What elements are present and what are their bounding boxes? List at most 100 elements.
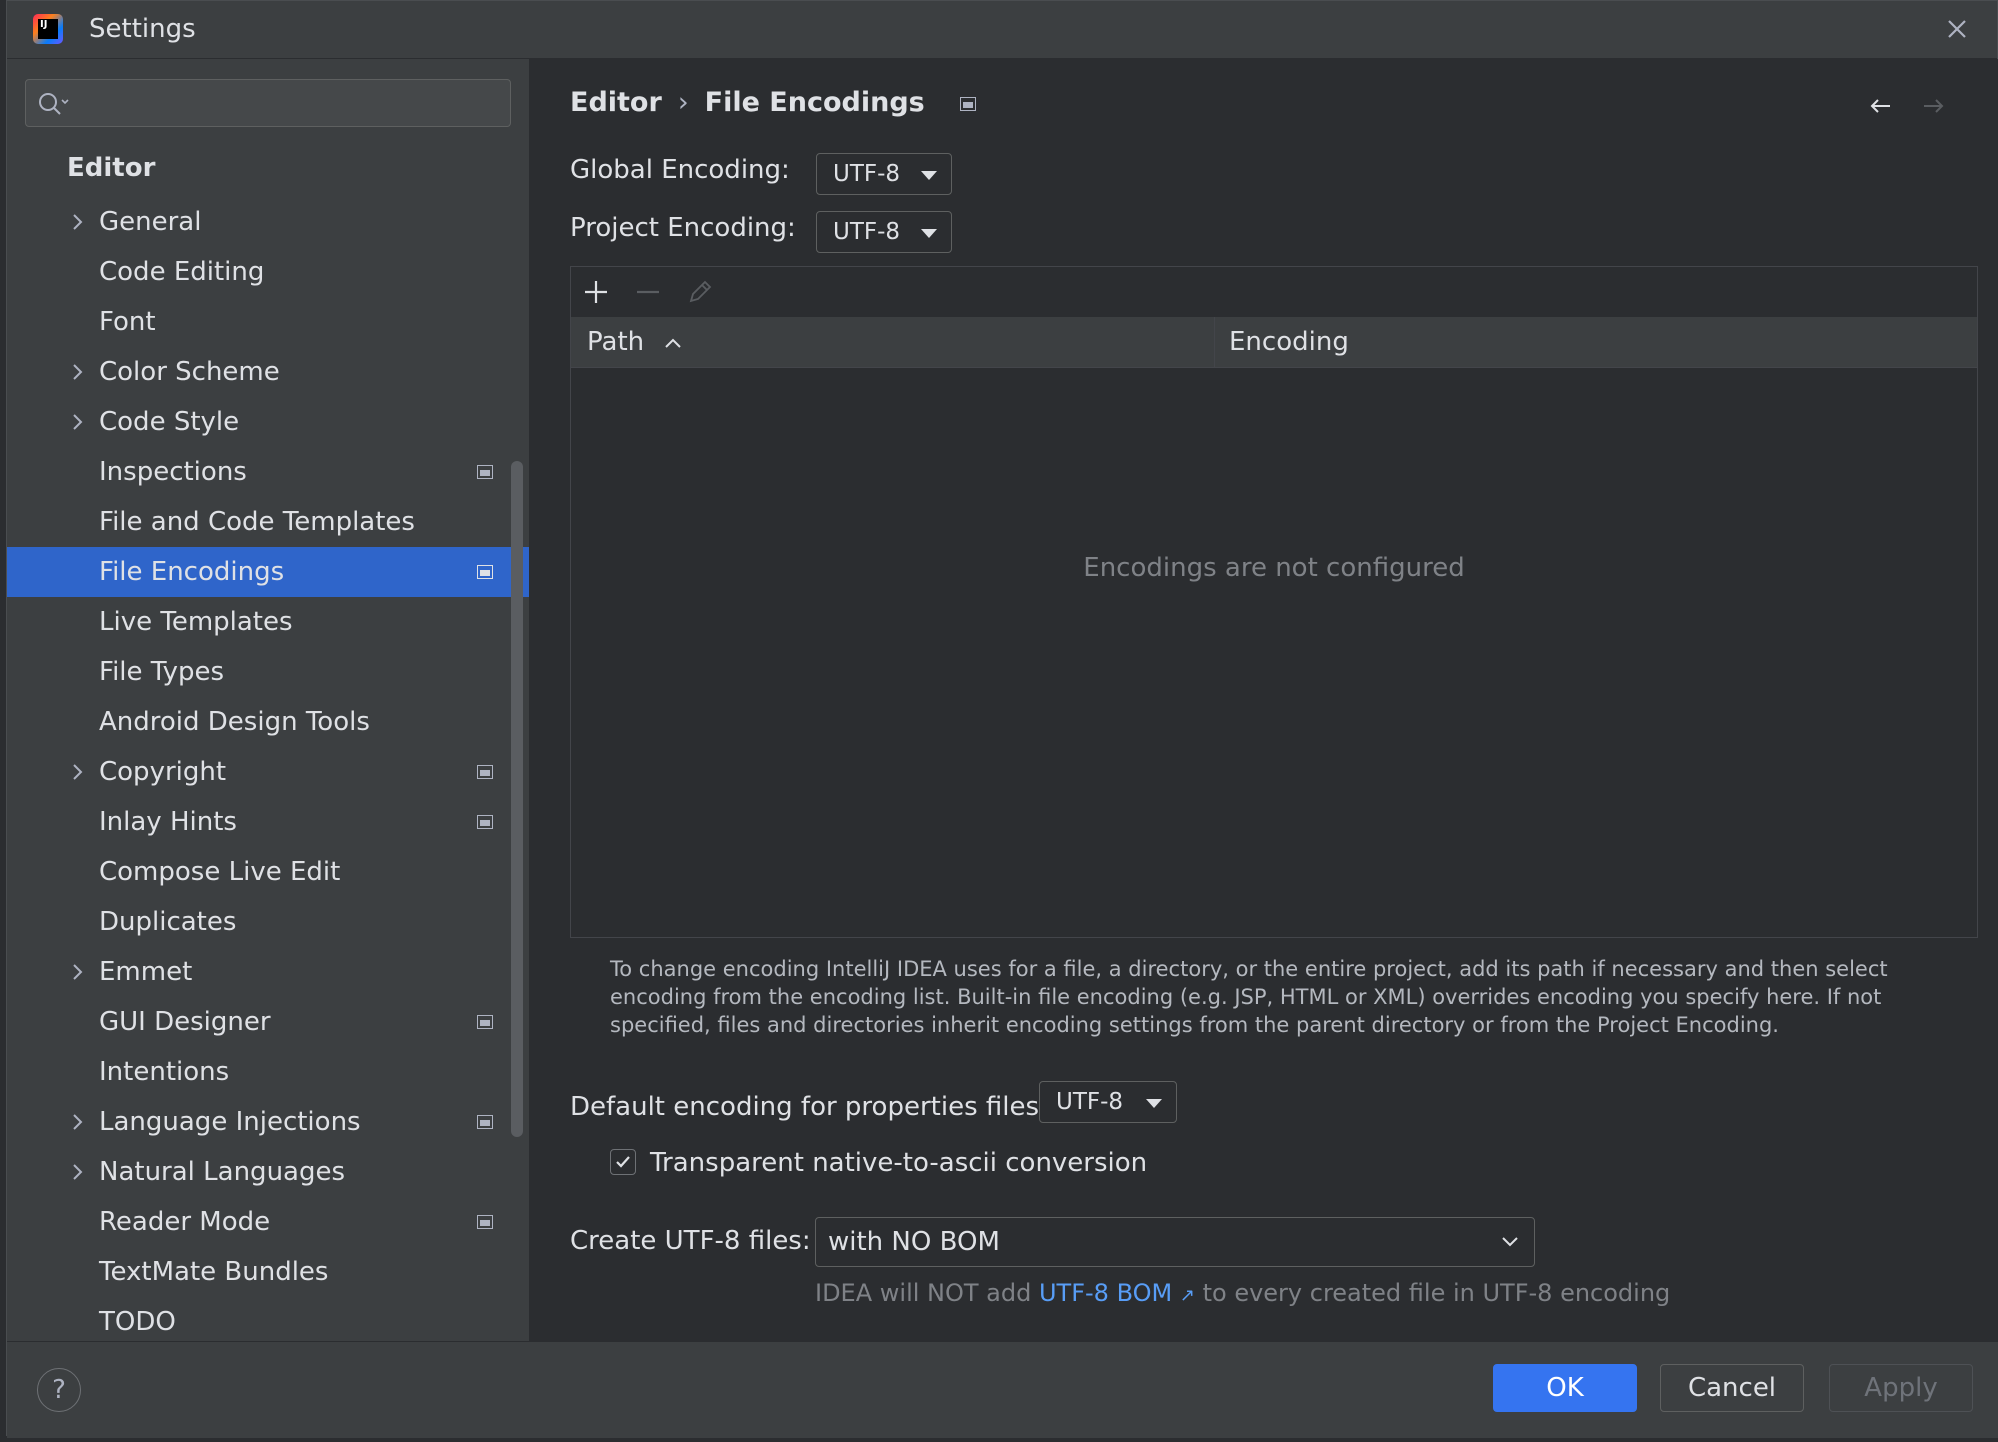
properties-encoding-value: UTF-8 — [1056, 1089, 1124, 1115]
chevron-right-icon[interactable] — [67, 1162, 87, 1182]
properties-encoding-label: Default encoding for properties files: — [570, 1092, 1048, 1122]
sidebar-item-label: Android Design Tools — [99, 707, 370, 737]
table-empty-message: Encodings are not configured — [1083, 553, 1465, 583]
sidebar-item-gui-designer[interactable]: GUI Designer — [7, 997, 529, 1047]
sidebar-item-code-style[interactable]: Code Style — [7, 397, 529, 447]
help-button[interactable]: ? — [37, 1368, 81, 1412]
search-input[interactable] — [25, 79, 511, 127]
project-scope-icon — [477, 465, 493, 479]
sidebar-item-code-editing[interactable]: Code Editing — [7, 247, 529, 297]
breadcrumb-parent[interactable]: Editor — [570, 87, 662, 118]
chevron-right-icon[interactable] — [67, 212, 87, 232]
chevron-right-icon[interactable] — [67, 362, 87, 382]
edit-pencil-icon[interactable] — [685, 277, 715, 307]
project-encoding-label: Project Encoding: — [570, 213, 796, 243]
sidebar-item-label: Copyright — [99, 757, 227, 787]
sidebar-item-label: Inlay Hints — [99, 807, 237, 837]
sidebar-item-emmet[interactable]: Emmet — [7, 947, 529, 997]
dropdown-arrow-icon — [1146, 1099, 1162, 1108]
breadcrumb-current: File Encodings — [704, 87, 925, 118]
sidebar-scrollbar[interactable] — [511, 461, 523, 1137]
forward-arrow-icon[interactable] — [1918, 91, 1948, 121]
sidebar-item-copyright[interactable]: Copyright — [7, 747, 529, 797]
sidebar-item-label: Natural Languages — [99, 1157, 346, 1187]
sidebar-item-label: TODO — [99, 1307, 176, 1337]
add-icon[interactable] — [581, 277, 611, 307]
dialog-footer: ? OK Cancel Apply — [7, 1341, 1998, 1438]
search-icon — [39, 93, 69, 115]
column-header-path[interactable]: Path — [587, 317, 682, 367]
intellij-logo-icon: IJ — [33, 14, 63, 44]
sidebar-item-reader-mode[interactable]: Reader Mode — [7, 1197, 529, 1247]
project-encoding-value: UTF-8 — [833, 219, 901, 245]
sidebar-item-android-design-tools[interactable]: Android Design Tools — [7, 697, 529, 747]
chevron-right-icon[interactable] — [67, 412, 87, 432]
table-header: Path Encoding — [571, 317, 1977, 368]
sidebar-item-label: Inspections — [99, 457, 247, 487]
project-scope-icon — [477, 565, 493, 579]
remove-icon[interactable] — [633, 277, 663, 307]
sidebar-item-inspections[interactable]: Inspections — [7, 447, 529, 497]
chevron-right-icon[interactable] — [67, 762, 87, 782]
external-link-icon[interactable]: ↗ — [1180, 1285, 1195, 1306]
project-scope-icon — [960, 96, 977, 111]
sidebar-item-font[interactable]: Font — [7, 297, 529, 347]
global-encoding-select[interactable]: UTF-8 — [816, 153, 952, 195]
utf8-bom-select[interactable]: with NO BOM — [815, 1217, 1535, 1267]
sidebar-item-duplicates[interactable]: Duplicates — [7, 897, 529, 947]
sidebar-item-todo[interactable]: TODO — [7, 1297, 529, 1347]
sidebar-item-file-types[interactable]: File Types — [7, 647, 529, 697]
project-scope-icon — [477, 1015, 493, 1029]
sidebar-item-inlay-hints[interactable]: Inlay Hints — [7, 797, 529, 847]
sort-ascending-icon — [665, 338, 682, 348]
ok-button[interactable]: OK — [1493, 1364, 1637, 1412]
sidebar-item-label: Code Editing — [99, 257, 265, 287]
sidebar-item-live-templates[interactable]: Live Templates — [7, 597, 529, 647]
sidebar-item-language-injections[interactable]: Language Injections — [7, 1097, 529, 1147]
sidebar-item-label: Font — [99, 307, 156, 337]
sidebar-item-label: General — [99, 207, 202, 237]
sidebar-item-compose-live-edit[interactable]: Compose Live Edit — [7, 847, 529, 897]
close-icon[interactable] — [1941, 13, 1973, 45]
sidebar-item-file-encodings[interactable]: File Encodings — [7, 547, 529, 597]
breadcrumb-separator: › — [677, 87, 689, 118]
checkmark-icon — [616, 1156, 630, 1168]
cancel-button[interactable]: Cancel — [1660, 1364, 1804, 1412]
window-title: Settings — [89, 14, 196, 44]
sidebar-item-label: File Types — [99, 657, 225, 687]
native-to-ascii-checkbox[interactable] — [610, 1149, 636, 1175]
project-scope-icon — [477, 1115, 493, 1129]
properties-encoding-select[interactable]: UTF-8 — [1039, 1081, 1177, 1123]
sidebar-item-label: GUI Designer — [99, 1007, 271, 1037]
column-header-encoding[interactable]: Encoding — [1229, 317, 1349, 367]
chevron-right-icon[interactable] — [67, 1112, 87, 1132]
sidebar-section-editor[interactable]: Editor — [67, 153, 155, 183]
settings-content: Editor › File Encodings Global Encoding: U… — [530, 59, 1998, 1341]
sidebar-item-label: Language Injections — [99, 1107, 361, 1137]
sidebar-item-label: Intentions — [99, 1057, 230, 1087]
sidebar-item-label: Live Templates — [99, 607, 293, 637]
sidebar-item-label: TextMate Bundles — [99, 1257, 329, 1287]
sidebar-item-label: Color Scheme — [99, 357, 280, 387]
apply-button[interactable]: Apply — [1829, 1364, 1973, 1412]
column-divider[interactable] — [1214, 317, 1215, 367]
global-encoding-label: Global Encoding: — [570, 155, 790, 185]
sidebar-item-general[interactable]: General — [7, 197, 529, 247]
project-encoding-select[interactable]: UTF-8 — [816, 211, 952, 253]
chevron-down-icon — [1502, 1237, 1518, 1247]
native-to-ascii-label[interactable]: Transparent native-to-ascii conversion — [650, 1148, 1147, 1178]
sidebar-item-textmate-bundles[interactable]: TextMate Bundles — [7, 1247, 529, 1297]
column-path-label: Path — [587, 327, 645, 357]
sidebar-item-natural-languages[interactable]: Natural Languages — [7, 1147, 529, 1197]
back-arrow-icon[interactable] — [1866, 91, 1896, 121]
sidebar-item-color-scheme[interactable]: Color Scheme — [7, 347, 529, 397]
sidebar-item-file-and-code-templates[interactable]: File and Code Templates — [7, 497, 529, 547]
encodings-table: Path Encoding Encodings are not configur… — [570, 266, 1978, 938]
dropdown-arrow-icon — [921, 229, 937, 238]
project-scope-icon — [477, 815, 493, 829]
utf8-note-suffix: to every created file in UTF-8 encoding — [1202, 1279, 1671, 1307]
sidebar-nav-list: General Code Editing Font Color Scheme Code … — [7, 197, 529, 1347]
chevron-right-icon[interactable] — [67, 962, 87, 982]
utf8-bom-link[interactable]: UTF-8 BOM — [1039, 1279, 1172, 1307]
sidebar-item-intentions[interactable]: Intentions — [7, 1047, 529, 1097]
